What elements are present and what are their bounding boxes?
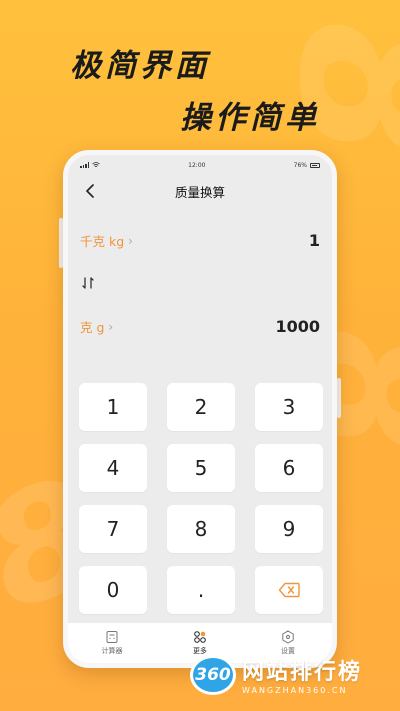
- watermark: 360 网站排行榜 WANGZHAN360.CN: [190, 654, 362, 695]
- from-unit-selector[interactable]: 千克 kg ›: [80, 231, 133, 250]
- phone-side-button: [337, 378, 341, 418]
- to-row: 克 g › 1000: [80, 317, 320, 336]
- cellular-signal-icon: [80, 162, 89, 168]
- tab-calculator[interactable]: 计算器: [82, 630, 142, 656]
- watermark-logo: 360: [190, 654, 236, 695]
- background-decoration: 8: [254, 20, 400, 159]
- promo-headline-1: 极简界面: [70, 48, 210, 84]
- tab-settings[interactable]: 设置: [258, 630, 318, 656]
- phone-frame: 12:00 76% 质量换算 千克 kg › 1 克 g › 1000 1 2 …: [63, 150, 337, 668]
- backspace-icon: [278, 582, 300, 598]
- key-4[interactable]: 4: [79, 444, 147, 492]
- from-row: 千克 kg › 1: [80, 231, 320, 250]
- key-9[interactable]: 9: [255, 505, 323, 553]
- battery-percent: 76%: [293, 161, 307, 169]
- calculator-icon: [106, 631, 118, 643]
- chevron-left-icon: [86, 184, 94, 198]
- battery-indicator: 76%: [294, 162, 320, 169]
- to-value[interactable]: 1000: [275, 317, 320, 336]
- keypad: 1 2 3 4 5 6 7 8 9 0 .: [79, 383, 323, 614]
- promo-headline-2: 操作简单: [180, 100, 320, 136]
- from-unit-label: 千克 kg: [80, 234, 125, 249]
- key-6[interactable]: 6: [255, 444, 323, 492]
- back-button[interactable]: [80, 181, 100, 201]
- watermark-url: WANGZHAN360.CN: [242, 686, 348, 695]
- tab-label: 计算器: [101, 647, 123, 655]
- signal-indicators: [80, 162, 100, 168]
- status-bar: 12:00 76%: [68, 155, 332, 175]
- battery-icon: [309, 162, 320, 168]
- watermark-text: 网站排行榜 WANGZHAN360.CN: [242, 654, 362, 695]
- watermark-name: 网站排行榜: [242, 660, 363, 685]
- from-value[interactable]: 1: [309, 231, 320, 250]
- to-unit-label: 克 g: [80, 320, 105, 335]
- delete-button[interactable]: [255, 566, 323, 614]
- swap-vertical-icon[interactable]: [80, 275, 96, 291]
- key-decimal[interactable]: .: [167, 566, 235, 614]
- tab-more[interactable]: 更多: [170, 630, 230, 656]
- key-2[interactable]: 2: [167, 383, 235, 431]
- to-unit-selector[interactable]: 克 g ›: [80, 317, 113, 336]
- key-5[interactable]: 5: [167, 444, 235, 492]
- status-time: 12:00: [188, 161, 206, 169]
- chevron-right-icon: ›: [108, 319, 114, 334]
- settings-hexagon-icon: [282, 630, 294, 644]
- grid-icon: [194, 631, 206, 643]
- nav-bar: 质量换算: [68, 175, 332, 207]
- wifi-icon: [92, 162, 100, 168]
- chevron-right-icon: ›: [128, 233, 133, 248]
- key-3[interactable]: 3: [255, 383, 323, 431]
- key-8[interactable]: 8: [167, 505, 235, 553]
- key-1[interactable]: 1: [79, 383, 147, 431]
- key-7[interactable]: 7: [79, 505, 147, 553]
- page-title: 质量换算: [174, 184, 225, 200]
- key-0[interactable]: 0: [79, 566, 147, 614]
